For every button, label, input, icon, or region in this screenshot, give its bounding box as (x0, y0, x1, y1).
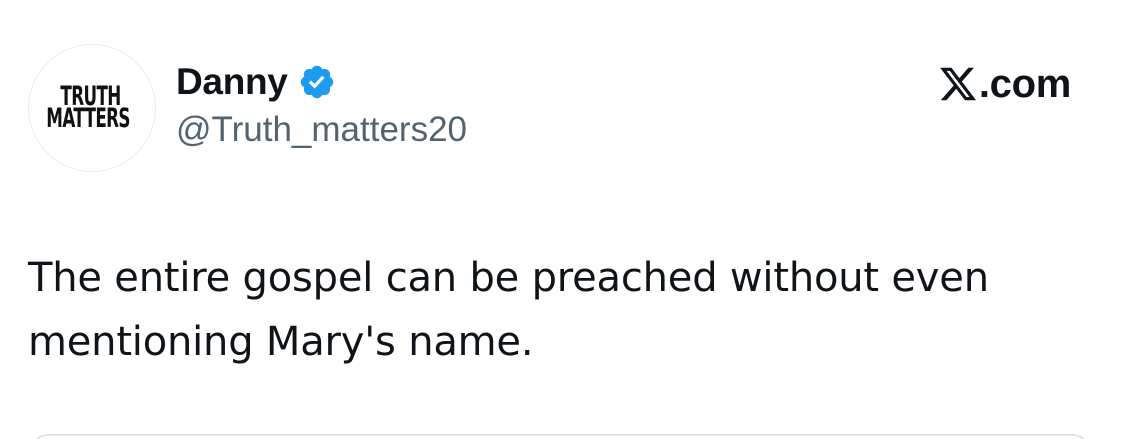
display-name[interactable]: Danny (176, 61, 288, 103)
user-handle[interactable]: @Truth_matters20 (176, 110, 467, 150)
avatar-logo-line-2: MATTERS (45, 103, 130, 134)
tweet-text: The entire gospel can be preached withou… (28, 255, 989, 365)
x-brand: .com (938, 56, 1071, 112)
author-name-row: Danny (176, 56, 336, 108)
verified-badge-icon (298, 63, 336, 101)
avatar[interactable]: TRUTH MATTERS (28, 44, 156, 172)
quoted-card-edge (30, 434, 1091, 439)
brand-domain-text: .com (978, 61, 1071, 106)
tweet-card: TRUTH MATTERS Danny @Truth_matters20 .co… (0, 0, 1125, 439)
truth-matters-logo: TRUTH MATTERS (46, 83, 130, 132)
x-logo-icon (938, 64, 978, 104)
